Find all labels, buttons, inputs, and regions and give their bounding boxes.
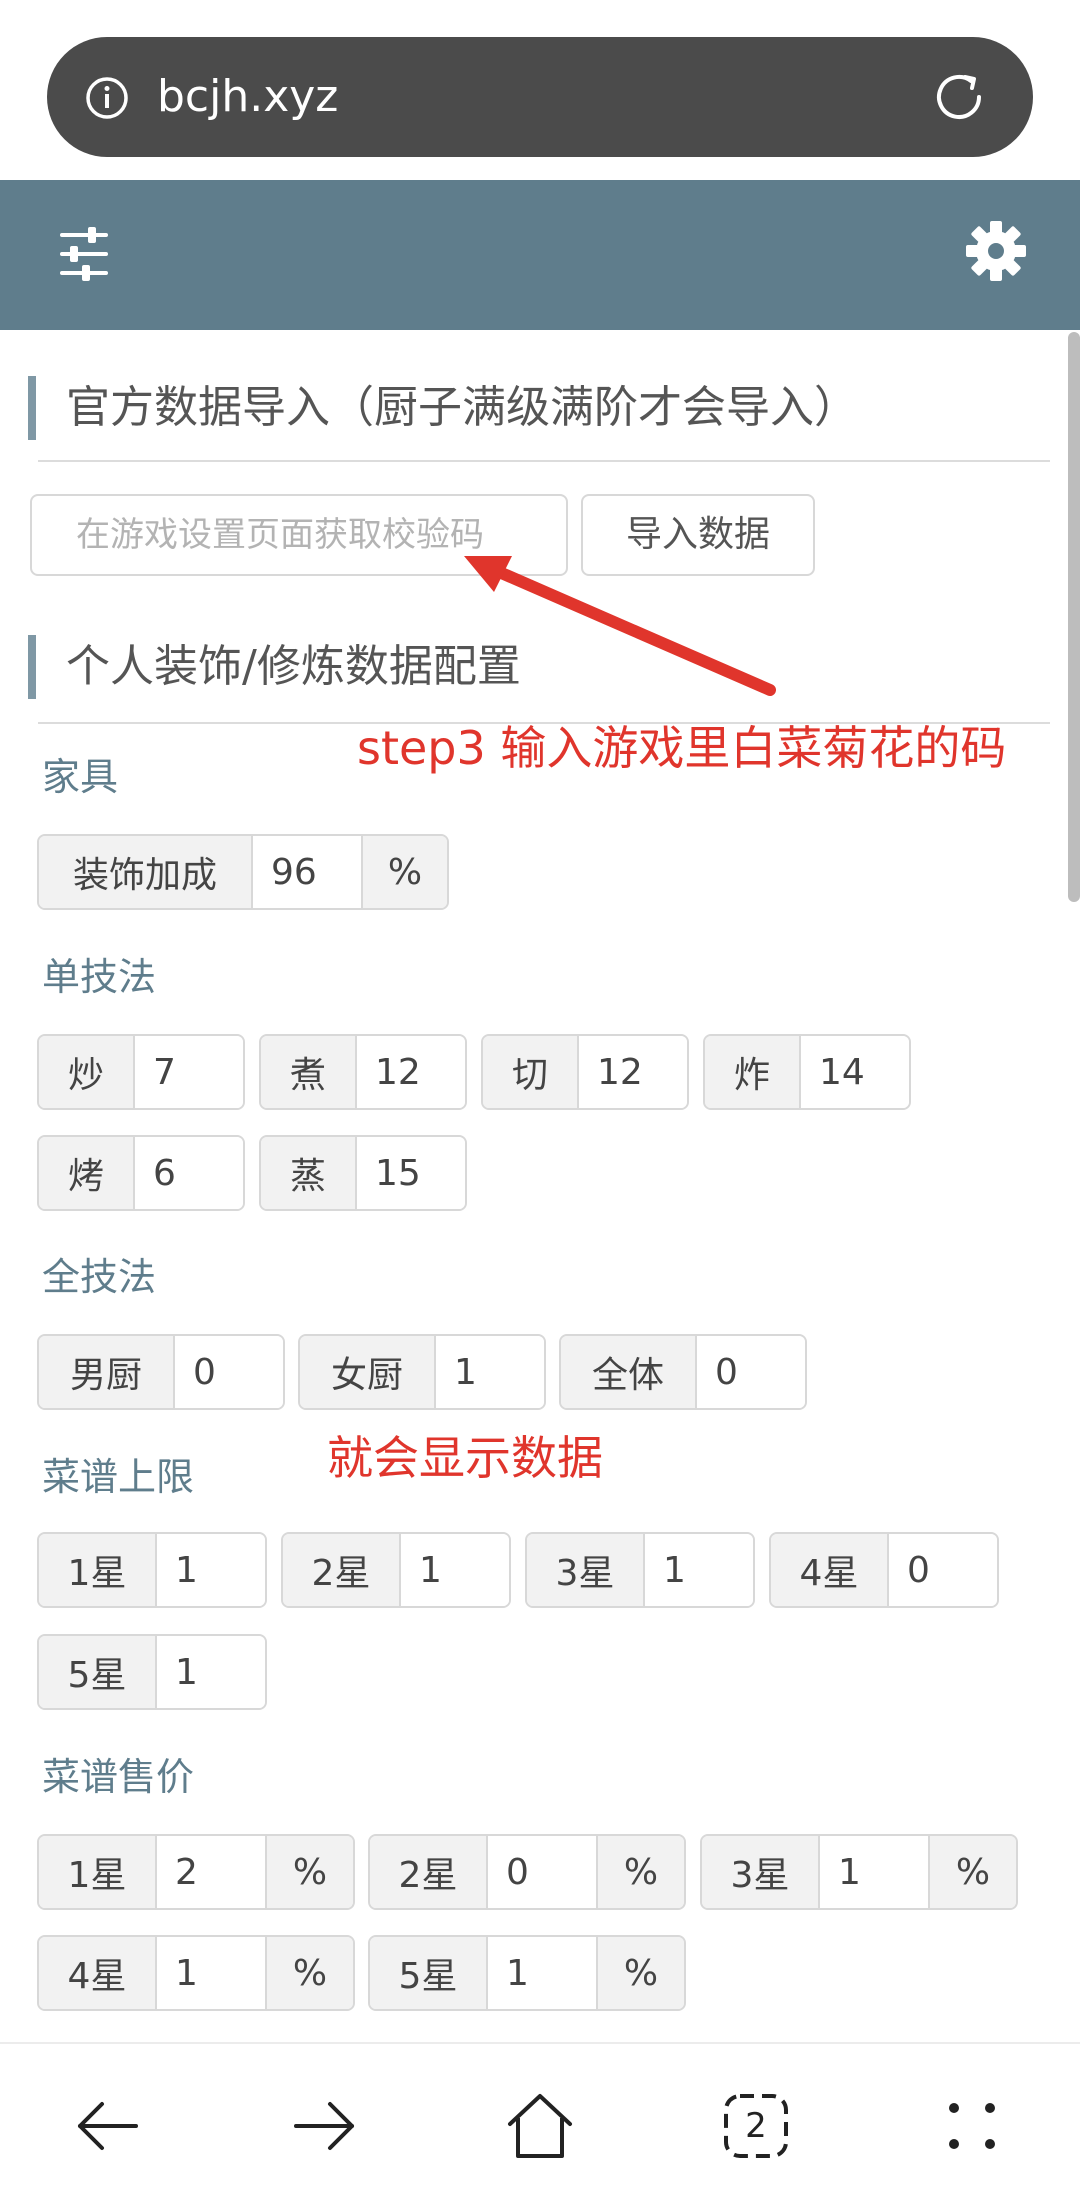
step3-annotation: step3 输入游戏里白菜菊花的码: [357, 721, 1007, 775]
all-skill-input-group: 男厨 0: [37, 1334, 285, 1410]
app-header: [0, 180, 1080, 330]
single-skill-label: 单技法: [42, 955, 157, 999]
star-level: 3星: [702, 1836, 820, 1908]
recipe-price-input-group: 2星 0 %: [368, 1834, 686, 1910]
recipe-limit-input-group: 2星 1: [281, 1532, 511, 1608]
url-text[interactable]: bcjh.xyz: [157, 65, 338, 129]
recipe-price-label: 菜谱售价: [42, 1755, 195, 1799]
recipe-limit-input[interactable]: 1: [645, 1534, 753, 1606]
percent-unit: %: [265, 1836, 353, 1908]
skill-name: 炸: [705, 1036, 801, 1108]
recipe-price-input-group: 3星 1 %: [700, 1834, 1018, 1910]
decor-bonus-label: 装饰加成: [39, 836, 253, 908]
recipe-limit-input[interactable]: 1: [401, 1534, 509, 1606]
gear-icon[interactable]: [965, 220, 1027, 282]
star-level: 2星: [283, 1534, 401, 1606]
recipe-limit-input[interactable]: 1: [157, 1534, 265, 1606]
skill-value-input[interactable]: 7: [135, 1036, 243, 1108]
all-skill-input-group: 女厨 1: [298, 1334, 546, 1410]
recipe-limit-input[interactable]: 1: [157, 1636, 265, 1708]
address-bar[interactable]: bcjh.xyz: [47, 37, 1033, 157]
all-skill-name: 全体: [561, 1336, 697, 1408]
recipe-price-input-group: 5星 1 %: [368, 1935, 686, 2011]
skill-name: 蒸: [261, 1137, 357, 1209]
all-skill-value-input[interactable]: 1: [436, 1336, 544, 1408]
show-data-annotation: 就会显示数据: [327, 1431, 603, 1485]
percent-unit: %: [596, 1937, 684, 2009]
recipe-limit-input-group: 4星 0: [769, 1532, 999, 1608]
star-level: 4星: [771, 1534, 889, 1606]
all-skill-name: 女厨: [300, 1336, 436, 1408]
skill-value-input[interactable]: 14: [801, 1036, 909, 1108]
all-skill-input-group: 全体 0: [559, 1334, 807, 1410]
recipe-price-input[interactable]: 1: [157, 1937, 265, 2009]
tabs-button[interactable]: 2: [716, 2086, 796, 2166]
all-skill-value-input[interactable]: 0: [175, 1336, 283, 1408]
page-scrollbar[interactable]: [1068, 332, 1080, 902]
more-menu-icon[interactable]: [932, 2086, 1012, 2166]
recipe-price-input[interactable]: 0: [488, 1836, 596, 1908]
star-level: 5星: [370, 1937, 488, 2009]
star-level: 2星: [370, 1836, 488, 1908]
config-section-title: 个人装饰/修炼数据配置: [28, 635, 521, 699]
skill-value-input[interactable]: 6: [135, 1137, 243, 1209]
percent-unit: %: [928, 1836, 1016, 1908]
browser-bottom-nav: 2: [0, 2042, 1080, 2212]
decor-bonus-group: 装饰加成 96 %: [37, 834, 449, 910]
recipe-limit-input-group: 1星 1: [37, 1532, 267, 1608]
skill-name: 烤: [39, 1137, 135, 1209]
skill-value-input[interactable]: 12: [579, 1036, 687, 1108]
annotation-arrow-icon: [464, 556, 776, 696]
all-skill-name: 男厨: [39, 1336, 175, 1408]
browser-chrome: bcjh.xyz: [0, 0, 1080, 180]
import-section-title: 官方数据导入（厨子满级满阶才会导入）: [28, 376, 858, 440]
forward-arrow-icon[interactable]: [284, 2086, 364, 2166]
info-icon[interactable]: [85, 76, 129, 120]
skill-value-input[interactable]: 12: [357, 1036, 465, 1108]
recipe-price-input[interactable]: 1: [488, 1937, 596, 2009]
skill-name: 切: [483, 1036, 579, 1108]
decor-bonus-input[interactable]: 96: [253, 836, 361, 908]
skill-name: 煮: [261, 1036, 357, 1108]
skill-input-group: 煮 12: [259, 1034, 467, 1110]
skill-input-group: 烤 6: [37, 1135, 245, 1211]
recipe-limit-input-group: 5星 1: [37, 1634, 267, 1710]
recipe-limit-input[interactable]: 0: [889, 1534, 997, 1606]
star-level: 3星: [527, 1534, 645, 1606]
all-skill-label: 全技法: [42, 1255, 157, 1299]
recipe-limit-label: 菜谱上限: [42, 1455, 195, 1499]
recipe-price-input[interactable]: 2: [157, 1836, 265, 1908]
star-level: 5星: [39, 1636, 157, 1708]
decor-bonus-unit: %: [361, 836, 447, 908]
skill-value-input[interactable]: 15: [357, 1137, 465, 1209]
recipe-limit-input-group: 3星 1: [525, 1532, 755, 1608]
section-divider: [38, 460, 1050, 462]
recipe-price-input-group: 4星 1 %: [37, 1935, 355, 2011]
skill-name: 炒: [39, 1036, 135, 1108]
star-level: 4星: [39, 1937, 157, 2009]
all-skill-value-input[interactable]: 0: [697, 1336, 805, 1408]
percent-unit: %: [265, 1937, 353, 2009]
skill-input-group: 炒 7: [37, 1034, 245, 1110]
filter-settings-icon[interactable]: [58, 225, 110, 283]
percent-unit: %: [596, 1836, 684, 1908]
tab-count: 2: [745, 2106, 767, 2146]
recipe-price-input[interactable]: 1: [820, 1836, 928, 1908]
recipe-price-input-group: 1星 2 %: [37, 1834, 355, 1910]
star-level: 1星: [39, 1534, 157, 1606]
reload-icon[interactable]: [927, 65, 991, 129]
home-icon[interactable]: [500, 2086, 580, 2166]
back-arrow-icon[interactable]: [68, 2086, 148, 2166]
skill-input-group: 蒸 15: [259, 1135, 467, 1211]
skill-input-group: 炸 14: [703, 1034, 911, 1110]
furniture-label: 家具: [42, 755, 119, 799]
skill-input-group: 切 12: [481, 1034, 689, 1110]
star-level: 1星: [39, 1836, 157, 1908]
